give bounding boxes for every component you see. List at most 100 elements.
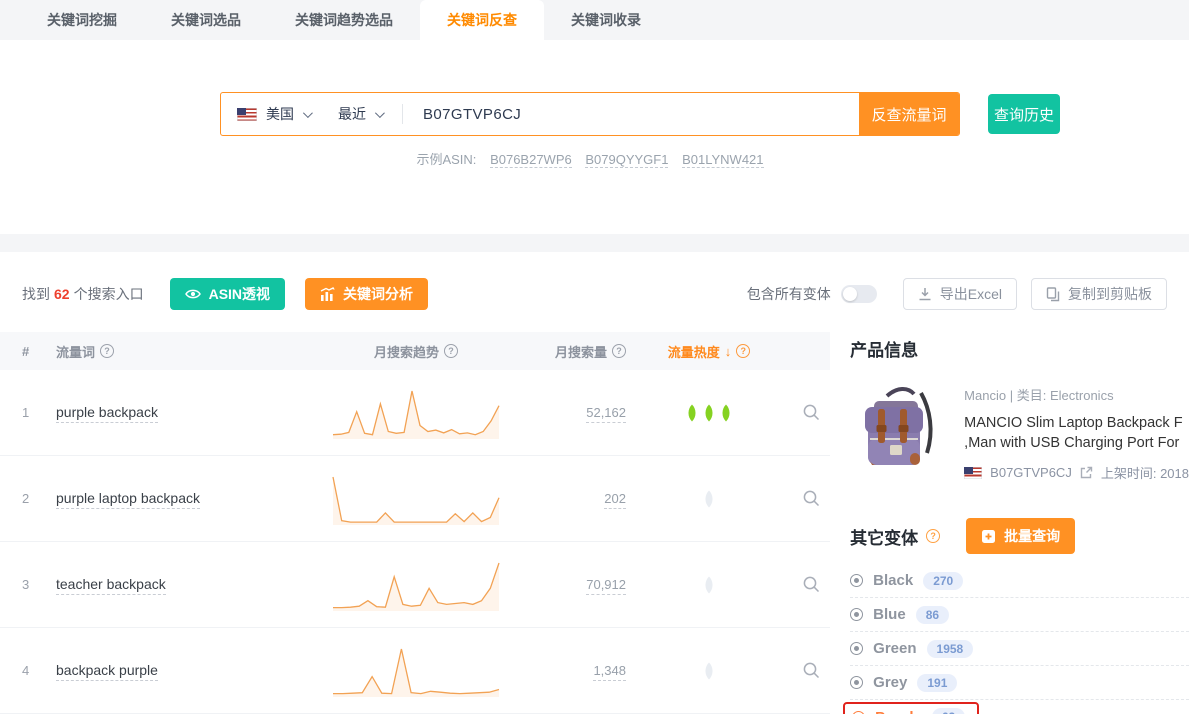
radio-icon xyxy=(850,574,863,587)
search-volume-value[interactable]: 1,348 xyxy=(593,663,626,681)
help-icon[interactable]: ? xyxy=(100,344,114,358)
col-header-heat[interactable]: 流量热度 ↓ ? xyxy=(626,342,792,361)
traffic-heat-indicator xyxy=(626,579,792,591)
batch-query-button[interactable]: 批量查询 xyxy=(966,518,1075,554)
trend-sparkline xyxy=(331,472,501,526)
row-index: 4 xyxy=(22,663,56,678)
tab-keyword-trend-selection[interactable]: 关键词趋势选品 xyxy=(268,0,420,40)
heat-leaf-icon xyxy=(718,404,735,421)
row-index: 3 xyxy=(22,577,56,592)
search-volume-value[interactable]: 52,162 xyxy=(586,405,626,423)
include-variants-label: 包含所有变体 xyxy=(747,284,831,304)
search-volume-value[interactable]: 70,912 xyxy=(586,577,626,595)
asin-input[interactable] xyxy=(411,93,859,135)
reverse-lookup-button[interactable]: 反查流量词 xyxy=(859,93,959,135)
external-link-icon[interactable] xyxy=(1080,466,1093,479)
found-count-number: 62 xyxy=(54,286,70,302)
search-box: 美国 最近 反查流量词 xyxy=(220,92,960,136)
variant-item-grey[interactable]: Grey 191 xyxy=(850,666,1189,700)
tab-keyword-mining[interactable]: 关键词挖掘 xyxy=(20,0,144,40)
variant-item-purple[interactable]: Purple 62 xyxy=(850,700,1189,714)
country-label: 美国 xyxy=(266,104,294,124)
product-category: Electronics xyxy=(1050,388,1114,403)
keyword-analysis-button[interactable]: 关键词分析 xyxy=(305,278,428,310)
selected-variant-highlight: Purple 62 xyxy=(843,702,979,714)
eye-icon xyxy=(185,288,201,300)
tab-reverse-asin[interactable]: 关键词反查 xyxy=(420,0,544,40)
keyword-link[interactable]: teacher backpack xyxy=(56,576,166,595)
copy-to-clipboard-button[interactable]: 复制到剪贴板 xyxy=(1031,278,1167,310)
example-asin-label: 示例ASIN: xyxy=(416,152,476,167)
keyword-link[interactable]: backpack purple xyxy=(56,662,158,681)
asin-xray-button[interactable]: ASIN透视 xyxy=(170,278,285,310)
example-asin-row: 示例ASIN: B076B27WP6 B079QYYGF1 B01LYNW421 xyxy=(220,149,960,168)
row-index: 1 xyxy=(22,405,56,420)
chevron-down-icon xyxy=(303,108,313,118)
help-icon[interactable]: ? xyxy=(736,344,750,358)
product-card: Mancio | 类目: Electronics MANCIO Slim Lap… xyxy=(850,379,1189,482)
variant-count-badge: 191 xyxy=(917,674,957,692)
export-excel-button[interactable]: 导出Excel xyxy=(903,278,1017,310)
table-row: 2 purple laptop backpack 202 xyxy=(0,456,830,542)
help-icon[interactable]: ? xyxy=(926,529,940,543)
table-row: 4 backpack purple 1,348 xyxy=(0,628,830,714)
help-icon[interactable]: ? xyxy=(612,344,626,358)
search-keyword-button[interactable] xyxy=(792,489,830,508)
variant-count-badge: 270 xyxy=(923,572,963,590)
product-brand-line: Mancio | 类目: Electronics xyxy=(964,385,1189,404)
keyword-link[interactable]: purple backpack xyxy=(56,404,158,423)
example-asin-link[interactable]: B079QYYGF1 xyxy=(585,152,668,168)
us-flag-icon xyxy=(964,467,982,479)
search-keyword-button[interactable] xyxy=(792,575,830,594)
us-flag-icon xyxy=(237,108,257,121)
example-asin-link[interactable]: B01LYNW421 xyxy=(682,152,763,168)
traffic-heat-indicator xyxy=(626,665,792,677)
heat-leaf-icon xyxy=(701,490,718,507)
product-asin[interactable]: B07GTVP6CJ xyxy=(990,465,1072,480)
variant-item-blue[interactable]: Blue 86 xyxy=(850,598,1189,632)
variant-count-badge: 1958 xyxy=(927,640,974,658)
include-variants-toggle[interactable] xyxy=(841,285,877,303)
tab-keyword-selection[interactable]: 关键词选品 xyxy=(144,0,268,40)
table-row: 3 teacher backpack 70,912 xyxy=(0,542,830,628)
radio-icon xyxy=(850,642,863,655)
table-row: 1 purple backpack 52,162 xyxy=(0,370,830,456)
search-keyword-button[interactable] xyxy=(792,403,830,422)
col-header-volume: 月搜索量 ? xyxy=(516,342,626,361)
tab-keyword-indexing[interactable]: 关键词收录 xyxy=(544,0,668,40)
sort-desc-icon: ↓ xyxy=(725,344,732,359)
query-history-button[interactable]: 查询历史 xyxy=(988,94,1060,134)
date-range-label: 最近 xyxy=(338,104,366,124)
trend-sparkline xyxy=(331,558,501,612)
variants-list: Black 270 Blue 86 Green 1958 Grey 191 xyxy=(850,564,1189,714)
results-toolbar: 找到62个搜索入口 ASIN透视 关键词分析 包含所有变体 导出Excel xyxy=(0,278,1189,310)
product-image[interactable] xyxy=(850,379,950,479)
heat-leaf-icon xyxy=(701,404,718,421)
radio-icon xyxy=(850,676,863,689)
variant-item-green[interactable]: Green 1958 xyxy=(850,632,1189,666)
variant-label: Black xyxy=(873,572,913,589)
date-range-select[interactable]: 最近 xyxy=(322,93,394,135)
magnifier-icon xyxy=(802,403,821,422)
help-icon[interactable]: ? xyxy=(444,344,458,358)
search-keyword-button[interactable] xyxy=(792,661,830,680)
heat-leaf-icon xyxy=(684,404,701,421)
example-asin-link[interactable]: B076B27WP6 xyxy=(490,152,572,168)
variants-header: 其它变体 ? 批量查询 xyxy=(850,518,1189,554)
copy-icon xyxy=(1046,287,1060,302)
heat-leaf-icon xyxy=(701,662,718,679)
search-volume-value[interactable]: 202 xyxy=(604,491,626,509)
magnifier-icon xyxy=(802,575,821,594)
magnifier-icon xyxy=(802,489,821,508)
heat-leaf-icon xyxy=(701,576,718,593)
variant-item-black[interactable]: Black 270 xyxy=(850,564,1189,598)
product-asin-line: B07GTVP6CJ 上架时间: 2018 xyxy=(964,463,1189,482)
variant-count-badge: 86 xyxy=(916,606,949,624)
trend-sparkline xyxy=(331,644,501,698)
radio-icon xyxy=(850,608,863,621)
backpack-image xyxy=(850,379,950,479)
product-title[interactable]: MANCIO Slim Laptop Backpack F ,Man with … xyxy=(964,414,1189,453)
keyword-link[interactable]: purple laptop backpack xyxy=(56,490,200,509)
section-divider-band xyxy=(0,234,1189,252)
country-select[interactable]: 美国 xyxy=(221,93,322,135)
